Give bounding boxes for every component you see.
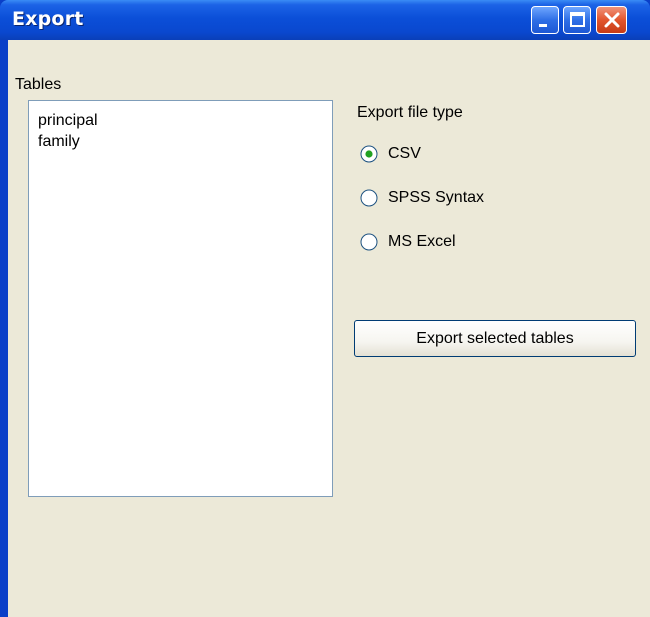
radio-label-csv[interactable]: CSV bbox=[388, 145, 421, 163]
minimize-icon bbox=[539, 24, 547, 27]
radio-unselected-icon[interactable] bbox=[360, 189, 378, 207]
title-bar[interactable]: Export bbox=[0, 0, 650, 40]
radio-ms-excel[interactable]: MS Excel bbox=[360, 232, 560, 254]
radio-csv[interactable]: CSV bbox=[360, 144, 560, 166]
radio-label-spss-syntax[interactable]: SPSS Syntax bbox=[388, 189, 484, 207]
export-selected-tables-button[interactable]: Export selected tables bbox=[354, 320, 636, 357]
maximize-button[interactable] bbox=[563, 6, 591, 34]
close-button[interactable] bbox=[596, 6, 627, 34]
radio-label-ms-excel[interactable]: MS Excel bbox=[388, 233, 456, 251]
radio-spss-syntax[interactable]: SPSS Syntax bbox=[360, 188, 560, 210]
dialog-body: Tables principal family Export file type… bbox=[8, 40, 650, 617]
list-item[interactable]: family bbox=[38, 133, 80, 151]
maximize-icon bbox=[570, 12, 585, 27]
list-item[interactable]: principal bbox=[38, 112, 98, 130]
minimize-button[interactable] bbox=[531, 6, 559, 34]
tables-label: Tables bbox=[15, 76, 62, 93]
tables-listbox[interactable]: principal family bbox=[28, 100, 333, 497]
window-title: Export bbox=[12, 8, 84, 30]
export-file-type-label: Export file type bbox=[357, 104, 463, 121]
close-icon bbox=[604, 12, 620, 28]
radio-selected-icon[interactable] bbox=[360, 145, 378, 163]
radio-unselected-icon[interactable] bbox=[360, 233, 378, 251]
export-window: Export Tables principal family Export fi… bbox=[0, 0, 650, 617]
